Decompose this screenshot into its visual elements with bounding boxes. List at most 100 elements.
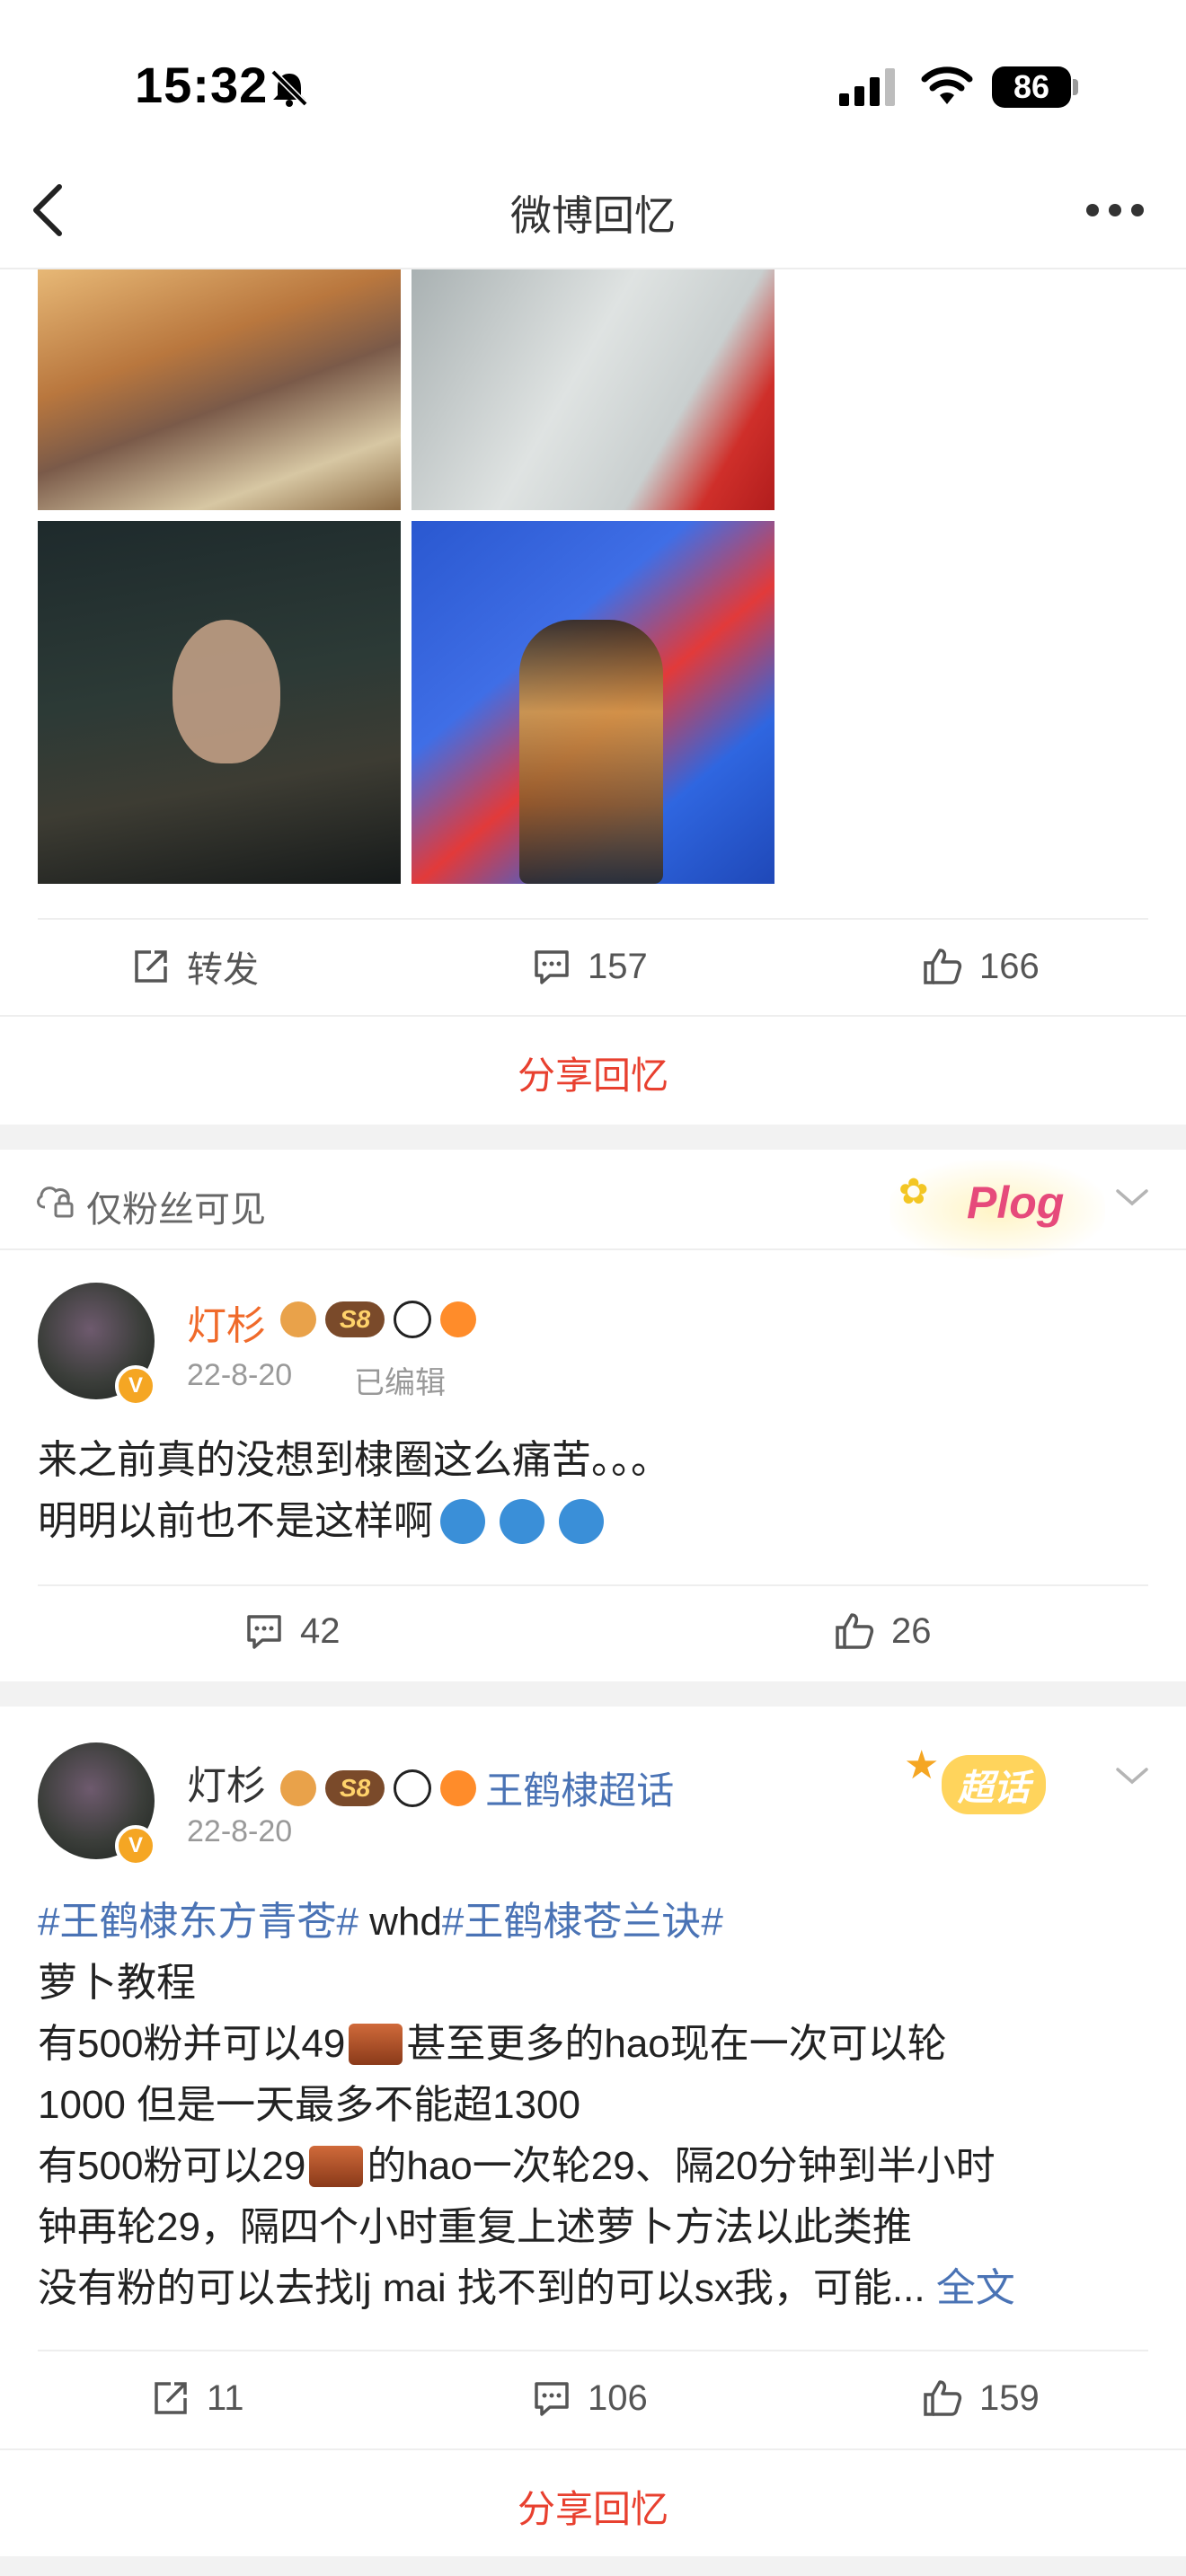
thumbs-up-icon <box>836 1613 874 1649</box>
divider <box>0 1015 1186 1017</box>
comment-count: 42 <box>300 1610 341 1651</box>
verified-badge: V <box>115 1825 156 1866</box>
post-text-line: 有500粉可以29 的hao一次轮29、隔20分钟到半小时 <box>38 2136 996 2197</box>
wifi-icon <box>921 66 973 104</box>
level-badge: S8 <box>325 1301 385 1337</box>
plog-sticker: ✿ Plog <box>890 1160 1105 1259</box>
doraemon-emoji-icon <box>559 1499 604 1544</box>
mascot-icon <box>280 1301 316 1337</box>
battery-tip <box>1073 79 1078 95</box>
doraemon-emoji-icon <box>440 1499 485 1544</box>
divider <box>38 918 1148 920</box>
panda-icon <box>394 1769 432 1807</box>
thumbs-up-icon <box>924 2380 962 2416</box>
post-date: 22-8-20 <box>187 1814 293 1848</box>
edited-label: 已编辑 <box>354 1366 446 1400</box>
post-text-content: whd <box>358 1900 442 1944</box>
fish-icon <box>440 1769 477 1806</box>
post-text-content: 明明以前也不是这样啊 <box>38 1499 433 1543</box>
plog-sticker-text: Plog <box>967 1178 1065 1228</box>
post-text-content: 没有粉的可以去找lj mai 找不到的可以sx我，可能... <box>38 2266 925 2310</box>
fans-only-lock-icon <box>37 1187 74 1218</box>
like-button[interactable]: 166 <box>922 941 1040 992</box>
cellular-signal-icon <box>839 68 895 106</box>
read-more-link[interactable]: 全文 <box>936 2266 1015 2310</box>
user-badges: S8 王鹤棣超话 <box>280 1760 674 1815</box>
post-text-line: 没有粉的可以去找lj mai 找不到的可以sx我，可能... 全文 <box>38 2258 1015 2319</box>
star-icon: ★ <box>904 1743 940 1787</box>
repost-button[interactable]: 11 <box>151 2373 244 2423</box>
doraemon-emoji-icon <box>500 1499 544 1544</box>
supertopic-link[interactable]: 王鹤棣超话 <box>485 1760 674 1815</box>
like-count: 26 <box>891 1610 932 1651</box>
fish-icon <box>440 1301 477 1337</box>
repost-label: 转发 <box>187 950 259 990</box>
flower-icon: ✿ <box>898 1172 929 1212</box>
post-text-content: 的hao一次轮29、隔20分钟到半小时 <box>367 2144 996 2188</box>
status-time: 15:32 <box>135 57 269 113</box>
post-text-line: 钟再轮29，隔四个小时重复上述萝卜方法以此类推 <box>38 2205 912 2249</box>
comment-icon <box>535 950 569 984</box>
divider <box>0 2448 1186 2450</box>
post-image-1[interactable] <box>38 269 401 510</box>
post-text-content: 有500粉可以29 <box>38 2144 306 2188</box>
post-text-content: 甚至更多的hao现在一次可以轮 <box>406 2022 947 2066</box>
comment-button[interactable]: 157 <box>532 941 648 992</box>
post-image-4[interactable] <box>412 521 774 884</box>
divider <box>38 2350 1148 2351</box>
divider <box>38 1584 1148 1586</box>
post-topic-line: #王鹤棣东方青苍# whd#王鹤棣苍兰诀# <box>38 1892 723 1953</box>
share-memory-button[interactable]: 分享回忆 <box>0 2479 1186 2534</box>
brick-emoji-icon <box>349 2024 403 2065</box>
comment-button[interactable]: 106 <box>532 2373 648 2423</box>
repost-button[interactable]: 转发 <box>131 941 259 992</box>
level-badge: S8 <box>325 1769 385 1806</box>
post-text-line: 萝卜教程 <box>38 1961 196 2005</box>
post-text-line: 有500粉并可以49 甚至更多的hao现在一次可以轮 <box>38 2014 947 2075</box>
page-title: 微博回忆 <box>510 192 676 239</box>
share-memory-button[interactable]: 分享回忆 <box>0 1045 1186 1100</box>
like-count: 159 <box>979 2378 1040 2418</box>
panda-icon <box>394 1301 432 1338</box>
section-gap <box>0 1125 1186 1150</box>
user-name[interactable]: 灯杉 <box>187 1753 266 1811</box>
bell-muted-icon <box>270 69 308 107</box>
more-options-icon[interactable] <box>1084 199 1146 221</box>
chevron-down-icon[interactable] <box>1114 1184 1150 1211</box>
post-text-content: 有500粉并可以49 <box>38 2022 346 2066</box>
section-gap <box>0 1681 1186 1707</box>
comment-count: 106 <box>588 2378 648 2418</box>
post-date: 22-8-20 <box>187 1358 293 1392</box>
portrait-face <box>173 620 280 763</box>
repost-icon <box>155 2382 187 2414</box>
battery-indicator: 86 <box>992 66 1071 108</box>
visibility-label: 仅粉丝可见 <box>86 1190 266 1230</box>
like-count: 166 <box>979 946 1040 986</box>
repost-count: 11 <box>207 2378 244 2418</box>
comment-icon <box>535 2382 569 2416</box>
topic-link[interactable]: #王鹤棣苍兰诀# <box>442 1900 723 1944</box>
user-name[interactable]: 灯杉 <box>187 1293 266 1351</box>
supertopic-sticker: ★ 超话 <box>900 1737 1098 1827</box>
topic-link[interactable]: #王鹤棣东方青苍# <box>38 1900 358 1944</box>
mascot-icon <box>280 1769 316 1806</box>
user-badges: S8 <box>280 1301 477 1338</box>
repost-icon <box>135 950 167 983</box>
post-image-2[interactable] <box>412 269 774 510</box>
verified-badge: V <box>115 1365 156 1407</box>
supertopic-sticker-text: 超话 <box>942 1755 1046 1814</box>
comment-button[interactable]: 42 <box>244 1606 341 1656</box>
like-button[interactable]: 159 <box>922 2373 1040 2423</box>
section-gap <box>0 2556 1186 2576</box>
divider <box>0 1248 1186 1250</box>
like-button[interactable]: 26 <box>834 1606 932 1656</box>
brick-emoji-icon <box>309 2146 364 2187</box>
thumbs-up-icon <box>924 948 962 984</box>
post-text-line: 明明以前也不是这样啊 <box>38 1491 604 1552</box>
post-image-3[interactable] <box>38 521 401 884</box>
post-text-line: 来之前真的没想到棣圈这么痛苦。。。 <box>38 1438 670 1482</box>
performer-figure <box>519 620 663 884</box>
post-text-line: 1000 但是一天最多不能超1300 <box>38 2083 580 2127</box>
comment-count: 157 <box>588 946 648 986</box>
chevron-down-icon[interactable] <box>1114 1762 1150 1789</box>
